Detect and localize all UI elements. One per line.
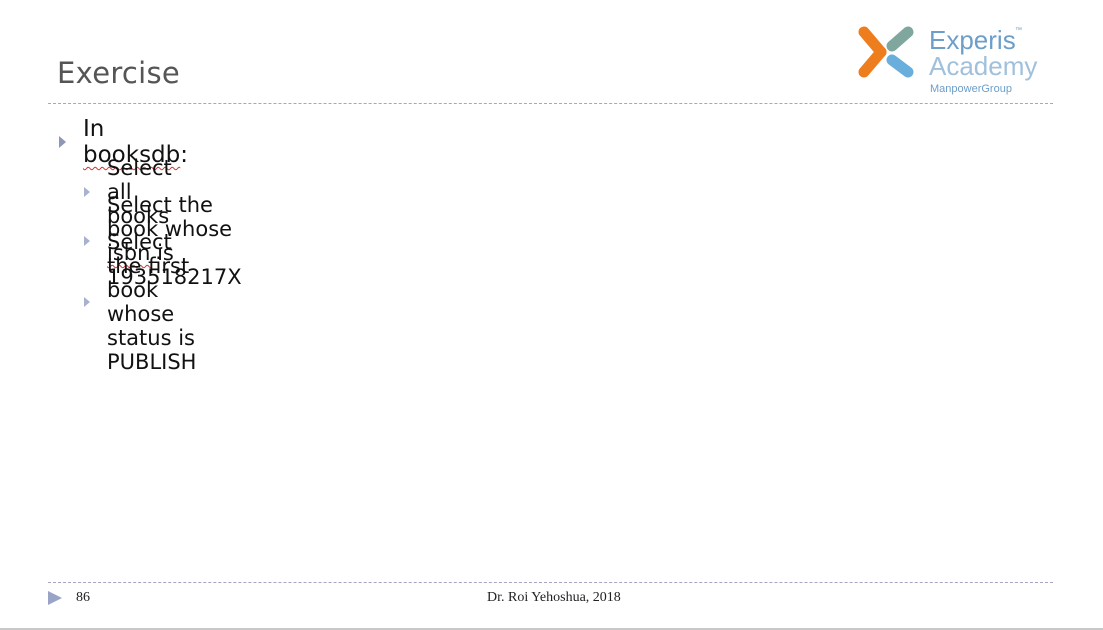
bullet-text-prefix: In xyxy=(83,116,105,142)
logo-word-academy: Academy xyxy=(929,51,1038,81)
logo-trademark: ™ xyxy=(1015,27,1022,34)
bullet-level2: Select the first book whose status is PU… xyxy=(84,230,196,374)
logo-mark-icon xyxy=(858,26,914,78)
bullet-text-part: Select the first book whose status is PU… xyxy=(107,230,197,374)
footer-divider xyxy=(48,582,1053,583)
header-divider xyxy=(48,103,1053,104)
bullet-arrow-icon xyxy=(84,297,90,307)
logo-subtitle: ManpowerGroup xyxy=(930,83,1012,95)
page-number: 86 xyxy=(76,590,90,605)
bullet-text: Select the first book whose status is PU… xyxy=(107,230,196,374)
footer-author: Dr. Roi Yehoshua, 2018 xyxy=(487,590,621,605)
bullet-text-suffix: : xyxy=(180,142,188,168)
logo-word-experis: Experis xyxy=(929,25,1016,55)
footer-arrow-icon xyxy=(48,591,62,605)
slide: Exercise Experis ™ Academy ManpowerGroup… xyxy=(0,0,1103,630)
slide-title: Exercise xyxy=(57,56,181,90)
bullet-arrow-icon xyxy=(59,136,66,148)
experis-academy-logo: Experis ™ Academy ManpowerGroup xyxy=(856,22,1056,100)
